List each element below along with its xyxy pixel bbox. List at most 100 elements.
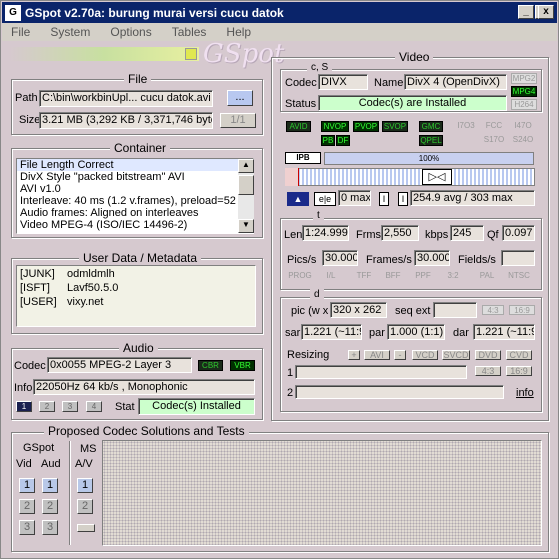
resize-43-button[interactable]: 4:3	[475, 366, 501, 376]
list-item: [USER] vixy.net	[20, 296, 104, 308]
tff-tag: TFF	[356, 271, 372, 280]
size-field: 3.21 MB (3,292 KB / 3,371,746 byte	[39, 112, 213, 129]
minimize-button[interactable]: _	[518, 5, 534, 19]
ms-solution-2[interactable]: 2	[77, 499, 93, 514]
menu-file[interactable]: File	[2, 23, 41, 41]
solutions-panel	[102, 440, 542, 546]
resize-row-2-field	[295, 385, 504, 399]
ms-test-button[interactable]	[77, 524, 95, 532]
cbr-badge: CBR	[198, 360, 223, 371]
s24o-tag: S24O	[512, 135, 534, 144]
list-item[interactable]: Video MPEG-4 (ISO/IEC 14496-2)	[17, 219, 253, 231]
list-item[interactable]: Audio frames: Aligned on interleaves	[17, 207, 253, 219]
kbps-field: 245	[450, 225, 484, 241]
close-button[interactable]: x	[538, 5, 554, 19]
resize-row-1-field	[295, 365, 467, 379]
t-group-title: t	[313, 210, 324, 221]
audio-stream-tab-3[interactable]: 3	[62, 401, 78, 412]
cs-group-title: c, S	[307, 62, 333, 73]
fields-label: Fields/s	[458, 254, 496, 266]
bitrate-graph-icon[interactable]: ▲	[287, 192, 309, 206]
menu-system[interactable]: System	[41, 23, 101, 41]
audio-group-title: Audio	[119, 341, 158, 355]
histogram-start-marker	[285, 168, 299, 186]
frames-label: Frames/s	[366, 254, 412, 266]
audio-stat-field: Codec(s) Installed	[138, 398, 255, 415]
gmc-flag: GMC	[419, 121, 443, 132]
video-status-field: Codec(s) are Installed	[318, 95, 507, 111]
progress-strip	[9, 47, 199, 61]
resize-dvd-button[interactable]: DVD	[475, 350, 501, 360]
audio-stream-tab-1[interactable]: 1	[16, 401, 32, 412]
list-item[interactable]: Interleave: 40 ms (1.2 v.frames), preloa…	[17, 195, 253, 207]
sar-label: sar	[285, 327, 301, 339]
resize-minus-button[interactable]: -	[394, 350, 406, 360]
i-marker-icon: I	[379, 192, 389, 206]
i-marker-icon-2: I	[398, 192, 408, 206]
qpel-flag: QPEL	[419, 135, 443, 146]
ratio-169-tag: 16:9	[509, 305, 535, 315]
audio-stat-label: Stat	[115, 401, 135, 413]
list-item: [ISFT] Lavf50.5.0	[20, 282, 119, 294]
aud-solution-1[interactable]: 1	[42, 478, 58, 493]
menu-options[interactable]: Options	[101, 23, 162, 41]
ms-label: MS	[80, 443, 97, 455]
resize-svcd-button[interactable]: SVCD	[442, 350, 470, 360]
audio-codec-field: 0x0055 MPEG-2 Layer 3	[47, 357, 192, 373]
size-label: Size	[19, 114, 41, 126]
aud-solution-3[interactable]: 3	[42, 520, 58, 535]
len-field: 1:24.999	[302, 225, 349, 241]
scroll-thumb[interactable]	[238, 175, 254, 195]
vid-label: Vid	[16, 458, 32, 470]
ratio-43-tag: 4:3	[482, 305, 504, 315]
kbps-label: kbps	[425, 229, 449, 241]
avid-flag: AVID	[286, 121, 311, 132]
container-list[interactable]: File Length Correct DivX Style "packed b…	[16, 158, 254, 234]
aud-solution-2[interactable]: 2	[42, 499, 58, 514]
resize-169-button[interactable]: 16:9	[506, 366, 532, 376]
userdata-list[interactable]: [JUNK] odmldmlh [ISFT] Lavf50.5.0 [USER] vi…	[16, 265, 256, 327]
fcc-tag: FCC	[485, 121, 503, 130]
audio-info-label: Info	[14, 382, 33, 394]
scroll-up-icon[interactable]: ▲	[238, 159, 254, 173]
title-bar: G GSpot v2.70a: burung murai versi cucu …	[2, 2, 557, 23]
histogram-cursor-icon[interactable]: ▷◁	[422, 169, 452, 185]
aud-label: Aud	[41, 458, 61, 470]
list-item[interactable]: File Length Correct	[17, 159, 253, 171]
container-scrollbar[interactable]: ▲ ▼	[238, 159, 254, 233]
audio-stream-tab-4[interactable]: 4	[86, 401, 102, 412]
pager-button[interactable]: 1/1	[220, 113, 256, 128]
pulldown-tag: 3:2	[447, 271, 459, 280]
resize-avi-button[interactable]: AVI	[364, 350, 390, 360]
d-group-title: d	[310, 289, 324, 300]
dar-label: dar	[453, 327, 469, 339]
audio-stream-tab-2[interactable]: 2	[39, 401, 55, 412]
list-item[interactable]: DivX Style "packed bitstream" AVI	[17, 171, 253, 183]
resize-plus-button[interactable]: +	[348, 350, 360, 360]
bitrate-min-field: 0 max	[338, 190, 371, 206]
scroll-down-icon[interactable]: ▼	[238, 219, 254, 233]
resize-vcd-button[interactable]: VCD	[412, 350, 438, 360]
len-label: Len	[284, 229, 303, 241]
resizing-label: Resizing	[287, 349, 330, 361]
ms-solution-1[interactable]: 1	[77, 478, 93, 493]
list-item[interactable]: AVI v1.0	[17, 183, 253, 195]
av-label: A/V	[75, 458, 93, 470]
qf-label: Qf	[487, 229, 499, 241]
browse-button[interactable]: ...	[227, 90, 253, 106]
path-field[interactable]: C:\bin\workbinUpl... cucu datok.avi	[39, 90, 213, 107]
vid-solution-1[interactable]: 1	[19, 478, 35, 493]
pic-field: 320 x 262	[330, 302, 387, 318]
userdata-group-title: User Data / Metadata	[79, 251, 202, 265]
df-flag: DF	[336, 135, 350, 146]
h264-badge: H264	[511, 99, 537, 110]
video-name-label: Name	[374, 77, 404, 89]
seqext-field	[433, 302, 477, 318]
vid-solution-2[interactable]: 2	[19, 499, 35, 514]
resize-cvd-button[interactable]: CVD	[506, 350, 532, 360]
window-title: GSpot v2.70a: burung murai versi cucu da…	[25, 5, 284, 20]
info-link[interactable]: info	[516, 387, 534, 399]
vid-solution-3[interactable]: 3	[19, 520, 35, 535]
video-codec-label: Codec	[285, 77, 317, 89]
app-icon: G	[5, 4, 21, 21]
